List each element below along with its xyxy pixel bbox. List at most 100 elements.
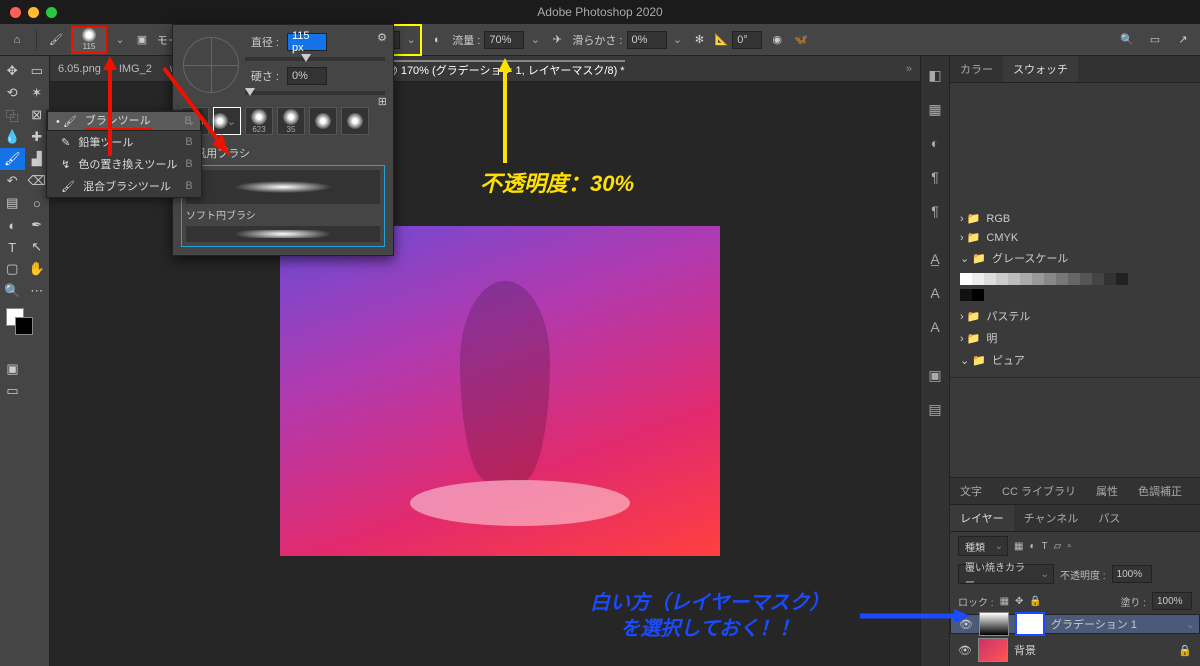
hardness-input[interactable]: 0% [287, 67, 327, 85]
pen-tool[interactable]: ✒ [25, 214, 50, 236]
folder-pure[interactable]: ⌄ 📁 ピュア [960, 349, 1190, 371]
marquee-tool[interactable]: ▭ [25, 60, 50, 82]
minimize-window-button[interactable] [28, 7, 39, 18]
type-tool[interactable]: T [0, 236, 25, 258]
filter-smart-icon[interactable]: ▫ [1067, 541, 1071, 552]
tab-overflow-icon[interactable]: » [906, 63, 912, 75]
preset-3[interactable]: 623 [245, 107, 273, 135]
path-select-tool[interactable]: ↖ [25, 236, 50, 258]
screenmode-toggle[interactable]: ▭ [0, 380, 25, 402]
character-panel-icon[interactable]: A̲ [926, 250, 944, 268]
gradient-tool[interactable]: ▤ [0, 192, 25, 214]
folder-light[interactable]: › 📁 明 [960, 327, 1190, 349]
gear-icon[interactable]: ⚙ [377, 31, 387, 44]
filter-type-icon[interactable]: T [1042, 541, 1048, 552]
tab-cc[interactable]: CC ライブラリ [992, 478, 1086, 504]
tab-tone[interactable]: 色調補正 [1128, 478, 1192, 504]
diameter-slider[interactable] [245, 57, 385, 61]
workspace-icon[interactable]: ▭ [1146, 31, 1164, 49]
preset-6[interactable] [341, 107, 369, 135]
lock-all-icon[interactable]: 🔒 [1029, 596, 1041, 607]
brush-stroke-preview[interactable] [186, 170, 380, 204]
airbrush-icon[interactable]: ✈ [548, 31, 566, 49]
color-swatches[interactable] [0, 308, 49, 344]
new-preset-icon[interactable]: ⊞ [378, 95, 387, 108]
search-icon[interactable]: 🔍 [1118, 31, 1136, 49]
chevron-down-icon[interactable]: ⌄ [113, 27, 127, 53]
visibility-toggle[interactable]: 👁 [958, 644, 972, 657]
diameter-input[interactable]: 115 px [287, 33, 327, 51]
lock-position-icon[interactable]: ✥ [1015, 596, 1023, 607]
chevron-down-icon[interactable]: ⌄ [528, 27, 542, 53]
eyedropper-tool[interactable]: 💧 [0, 126, 25, 148]
folder-cmyk[interactable]: › 📁 CMYK [960, 228, 1190, 247]
symmetry-icon[interactable]: 🦋 [792, 31, 810, 49]
pressure-size-icon[interactable]: ◉ [768, 31, 786, 49]
chevron-down-icon[interactable]: ⌄ [671, 27, 685, 53]
layer-row-gradient[interactable]: 👁 グラデーション 1 [950, 614, 1200, 634]
close-window-button[interactable] [10, 7, 21, 18]
fill-input[interactable]: 100% [1152, 592, 1192, 610]
quickmask-toggle[interactable]: ▣ [0, 358, 25, 380]
brush-tool[interactable]: 🖌 [0, 148, 25, 170]
edit-toolbar[interactable]: ⋯ [25, 280, 50, 302]
tab-layer[interactable]: レイヤー [950, 505, 1014, 531]
filter-adjust-icon[interactable]: ◐ [1029, 541, 1035, 552]
swatches-panel-icon[interactable]: ▦ [926, 100, 944, 118]
flyout-mixer[interactable]: 🖌 混合ブラシツールB [47, 175, 201, 197]
smoothing-options-icon[interactable]: ✻ [691, 31, 709, 49]
doc-tab[interactable]: 6.05.png [58, 63, 101, 75]
tab-channel[interactable]: チャンネル [1014, 505, 1089, 531]
folder-gray[interactable]: ⌄ 📁 グレースケール [960, 247, 1190, 269]
tab-path[interactable]: パス [1088, 505, 1130, 531]
history-brush-tool[interactable]: ↶ [0, 170, 25, 192]
3d-panel-icon[interactable]: ▣ [926, 366, 944, 384]
adjustments-panel-icon[interactable]: ◐ [926, 134, 944, 152]
hand-tool[interactable]: ✋ [25, 258, 50, 280]
dodge-tool[interactable]: ◐ [0, 214, 25, 236]
layer-filter-select[interactable]: 種類 [958, 536, 1008, 556]
layer-opacity-input[interactable]: 100% [1112, 565, 1152, 583]
styles-panel-icon[interactable]: ¶ [926, 168, 944, 186]
brush-tool-icon[interactable]: 🖌 [47, 31, 65, 49]
rectangle-tool[interactable]: ▢ [0, 258, 25, 280]
tab-attr[interactable]: 属性 [1086, 478, 1128, 504]
glyph-panel-icon[interactable]: A [926, 318, 944, 336]
filter-shape-icon[interactable]: ▱ [1054, 541, 1062, 552]
crop-tool[interactable]: ⿻ [0, 104, 25, 126]
zoom-tool[interactable]: 🔍 [0, 280, 25, 302]
pressure-opacity-icon[interactable]: ◐ [428, 31, 446, 49]
preset-4[interactable]: 35 [277, 107, 305, 135]
glyphs-panel-icon[interactable]: ¶ [926, 202, 944, 220]
paragraph-panel-icon[interactable]: A [926, 284, 944, 302]
brush-panel-toggle-icon[interactable]: ▣ [133, 31, 151, 49]
layer-mask-thumbnail[interactable] [1015, 612, 1045, 636]
folder-pastel[interactable]: › 📁 パステル [960, 305, 1190, 327]
doc-tab[interactable]: IMG_2 [119, 63, 152, 75]
folder-rgb[interactable]: › 📁 RGB [960, 209, 1190, 228]
blend-mode-select[interactable]: 覆い焼きカラー [958, 564, 1054, 584]
share-icon[interactable]: ↗ [1174, 31, 1192, 49]
lock-pixels-icon[interactable]: ▦ [1000, 596, 1009, 607]
layer-row-bg[interactable]: 👁 背景 🔒 [950, 634, 1200, 666]
color-panel-icon[interactable]: ◧ [926, 66, 944, 84]
grayscale-swatches[interactable] [960, 273, 1190, 285]
tab-moji[interactable]: 文字 [950, 478, 992, 504]
color-tab[interactable]: カラー [950, 56, 1003, 82]
flow-input[interactable]: 70% [484, 31, 524, 49]
filter-pixels-icon[interactable]: ▦ [1014, 541, 1023, 552]
angle-input[interactable]: 0° [732, 31, 762, 49]
lasso-tool[interactable]: ⟲ [0, 82, 25, 104]
brush-preset-picker[interactable]: 115 [71, 26, 107, 54]
maximize-window-button[interactable] [46, 7, 57, 18]
canvas-area[interactable]: 6.05.png IMG_2 womun-ex.psd woman-234630… [50, 56, 920, 666]
canvas-image[interactable] [280, 226, 720, 556]
hardness-slider[interactable] [245, 91, 385, 95]
layers-panel-icon[interactable]: ▤ [926, 400, 944, 418]
move-tool[interactable]: ✥ [0, 60, 25, 82]
swatch-tab[interactable]: スウォッチ [1003, 56, 1078, 82]
chevron-down-icon[interactable]: ⌄ [404, 27, 418, 53]
smoothing-input[interactable]: 0% [627, 31, 667, 49]
preset-5[interactable] [309, 107, 337, 135]
selection-tool[interactable]: ✶ [25, 82, 50, 104]
